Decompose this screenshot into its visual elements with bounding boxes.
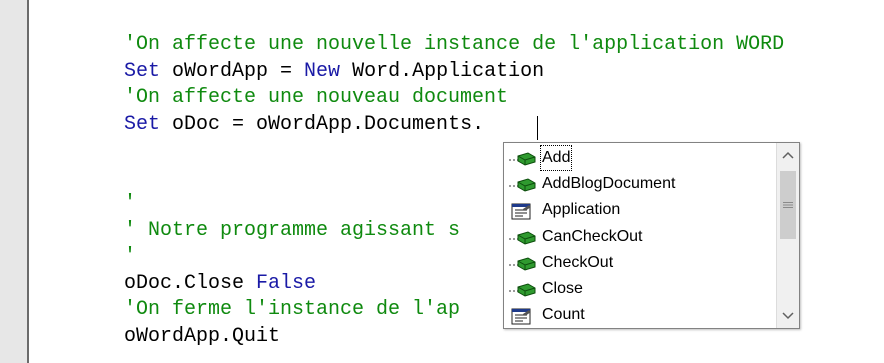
- autocomplete-item-application[interactable]: Application: [504, 197, 777, 223]
- autocomplete-item-label: Application: [542, 201, 621, 219]
- text-caret: [537, 116, 538, 140]
- code-line[interactable]: 'On affecte une nouveau document: [124, 85, 508, 111]
- code-token: Word.Application: [340, 59, 545, 83]
- autocomplete-item-checkout[interactable]: CheckOut: [504, 250, 777, 276]
- scroll-down-button[interactable]: [777, 304, 799, 328]
- code-line[interactable]: ': [124, 191, 136, 217]
- method-icon: [508, 281, 538, 299]
- comment-token: ' Notre programme agissant s: [124, 218, 461, 242]
- autocomplete-items[interactable]: Add AddBlogDocument Application CanCheckOut…: [504, 143, 777, 328]
- autocomplete-item-cancheckout[interactable]: CanCheckOut: [504, 224, 777, 250]
- comment-token: 'On affecte une nouvelle instance de l'a…: [124, 33, 785, 56]
- grip-icon: [783, 202, 793, 208]
- autocomplete-item-count[interactable]: Count: [504, 302, 777, 328]
- autocomplete-item-label: CanCheckOut: [542, 227, 643, 245]
- code-line[interactable]: Set oDoc = oWordApp.Documents.: [124, 112, 484, 138]
- comment-token: 'On affecte une nouveau document: [124, 86, 509, 109]
- method-icon: [508, 255, 538, 273]
- keyword-token: New: [304, 59, 341, 83]
- autocomplete-item-addblogdocument[interactable]: AddBlogDocument: [504, 171, 777, 197]
- autocomplete-item-close[interactable]: Close: [504, 276, 777, 302]
- scroll-up-button[interactable]: [777, 143, 799, 167]
- comment-token: ': [124, 245, 137, 268]
- autocomplete-list[interactable]: Add AddBlogDocument Application CanCheckOut…: [503, 142, 800, 329]
- code-token: oWordApp.Quit: [124, 324, 281, 348]
- autocomplete-item-label: Count: [542, 306, 585, 324]
- code-line[interactable]: ' Notre programme agissant s: [124, 218, 460, 244]
- property-icon: [508, 202, 538, 220]
- method-icon: [508, 150, 538, 168]
- scroll-up-icon: [782, 151, 794, 159]
- keyword-token: Set: [124, 112, 161, 136]
- code-token: oWordApp =: [160, 59, 305, 83]
- code-line[interactable]: oDoc.Close False: [124, 271, 316, 297]
- keyword-token: Set: [124, 59, 161, 83]
- method-icon: [508, 229, 538, 247]
- autocomplete-item-label: Close: [542, 280, 583, 297]
- keyword-token: False: [256, 271, 317, 295]
- comment-token: ': [124, 192, 137, 215]
- autocomplete-item-label: Add: [540, 145, 573, 171]
- code-line[interactable]: 'On ferme l'instance de l'ap: [124, 297, 460, 323]
- autocomplete-item-label: AddBlogDocument: [542, 175, 676, 193]
- code-token: oDoc.Close: [124, 271, 257, 295]
- scroll-down-icon: [782, 312, 794, 320]
- autocomplete-item-add[interactable]: Add: [504, 145, 777, 171]
- code-line[interactable]: oWordApp.Quit: [124, 324, 280, 350]
- code-line[interactable]: ': [124, 244, 136, 270]
- method-icon: [508, 176, 538, 194]
- autocomplete-scrollbar[interactable]: [776, 143, 799, 328]
- code-line[interactable]: 'On affecte une nouvelle instance de l'a…: [124, 32, 784, 58]
- property-icon: [508, 307, 538, 325]
- autocomplete-item-label: CheckOut: [542, 253, 614, 271]
- code-token: oDoc = oWordApp.Documents.: [160, 112, 485, 136]
- code-line[interactable]: Set oWordApp = New Word.Application: [124, 59, 544, 85]
- comment-token: 'On ferme l'instance de l'ap: [124, 298, 461, 321]
- scroll-thumb[interactable]: [780, 171, 796, 239]
